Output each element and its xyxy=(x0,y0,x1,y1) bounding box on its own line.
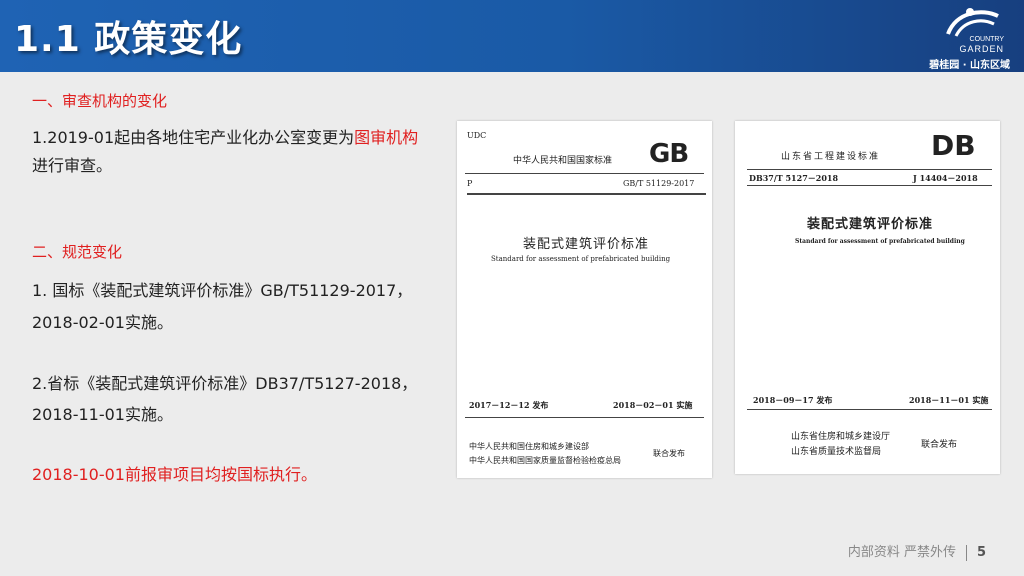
gb-standard-cover: UDC 中华人民共和国国家标准 GB P GB/T 51129-2017 装配式… xyxy=(457,121,712,478)
section1-heading: 一、审查机构的变化 xyxy=(32,92,168,110)
db-effective-date: 2018－11－01 实施 xyxy=(909,395,989,405)
gb-joint-publish: 联合发布 xyxy=(653,449,685,458)
footer-label: 内部资料 严禁外传 xyxy=(847,545,956,560)
gb-title-en: Standard for assessment of prefabricated… xyxy=(491,255,671,263)
gb-rule-top xyxy=(465,173,704,174)
footer: 内部资料 严禁外传 5 xyxy=(848,541,986,561)
header-bar: 1.1 政策变化 COUNTRY GARDEN 碧桂园 · 山东区域 xyxy=(0,0,1024,72)
gb-issuer1: 中华人民共和国住房和城乡建设部 xyxy=(469,442,589,451)
gb-code: GB/T 51129-2017 xyxy=(623,179,695,188)
gb-rule-bottom xyxy=(465,417,704,418)
section1-text-b: 进行审查。 xyxy=(32,156,113,175)
page-number: 5 xyxy=(976,545,986,560)
logo-text-region: 碧桂园 · 山东区域 xyxy=(929,60,1010,71)
company-logo: COUNTRY GARDEN 碧桂园 · 山东区域 xyxy=(924,6,1010,71)
gb-effective-date: 2018－02－01 实施 xyxy=(613,400,693,410)
section1-paragraph: 1.2019-01起由各地住宅产业化办公室变更为图审机构进行审查。 xyxy=(32,124,432,180)
gb-p: P xyxy=(467,179,473,188)
db-joint-publish: 联合发布 xyxy=(921,440,958,450)
db-code-left: DB37/T 5127－2018 xyxy=(749,173,839,183)
gb-issuer-top: 中华人民共和国国家标准 xyxy=(513,156,613,166)
logo-text-country: COUNTRY xyxy=(969,36,1004,43)
db-rule-top2 xyxy=(747,185,992,186)
db-issuer1: 山东省住房和城乡建设厅 xyxy=(791,432,891,442)
gb-logo: GB xyxy=(649,139,689,169)
db-code-right: J 14404－2018 xyxy=(913,173,978,183)
section2-heading: 二、规范变化 xyxy=(32,243,123,261)
gb-publish-date: 2017－12－12 发布 xyxy=(469,400,549,410)
db-standard-cover: 山东省工程建设标准 DB DB37/T 5127－2018 J 14404－20… xyxy=(735,121,1000,474)
gb-issuer2: 中华人民共和国国家质量监督检验检疫总局 xyxy=(469,456,621,465)
gb-rule-double xyxy=(467,193,706,195)
db-publish-date: 2018－09－17 发布 xyxy=(753,395,833,405)
item1-line1: 1. 国标《装配式建筑评价标准》GB/T51129-2017， xyxy=(32,281,413,300)
item1-line2: 2018-02-01实施。 xyxy=(32,313,173,332)
page-title: 1.1 政策变化 xyxy=(14,19,243,60)
db-title-cn: 装配式建筑评价标准 xyxy=(807,217,934,232)
db-issuer2: 山东省质量技术监督局 xyxy=(791,447,882,457)
section1-text-a: 1.2019-01起由各地住宅产业化办公室变更为 xyxy=(32,128,355,147)
db-rule-bottom xyxy=(747,409,992,410)
item2-line2: 2018-11-01实施。 xyxy=(32,405,173,424)
note-text: 2018-10-01前报审项目均按国标执行。 xyxy=(32,465,317,484)
db-logo: DB xyxy=(931,129,976,162)
db-rule-top xyxy=(747,169,992,170)
logo-swirl-icon xyxy=(946,8,999,37)
gb-udc: UDC xyxy=(467,131,487,140)
item2-line1: 2.省标《装配式建筑评价标准》DB37/T5127-2018， xyxy=(32,374,418,393)
footer-divider xyxy=(965,544,967,561)
gb-title-cn: 装配式建筑评价标准 xyxy=(523,237,650,252)
db-title-en: Standard for assessment of prefabricated… xyxy=(795,238,965,245)
logo-text-garden: GARDEN xyxy=(959,44,1004,54)
db-issuer-top: 山东省工程建设标准 xyxy=(781,152,881,162)
section1-text-highlight: 图审机构 xyxy=(354,128,419,147)
